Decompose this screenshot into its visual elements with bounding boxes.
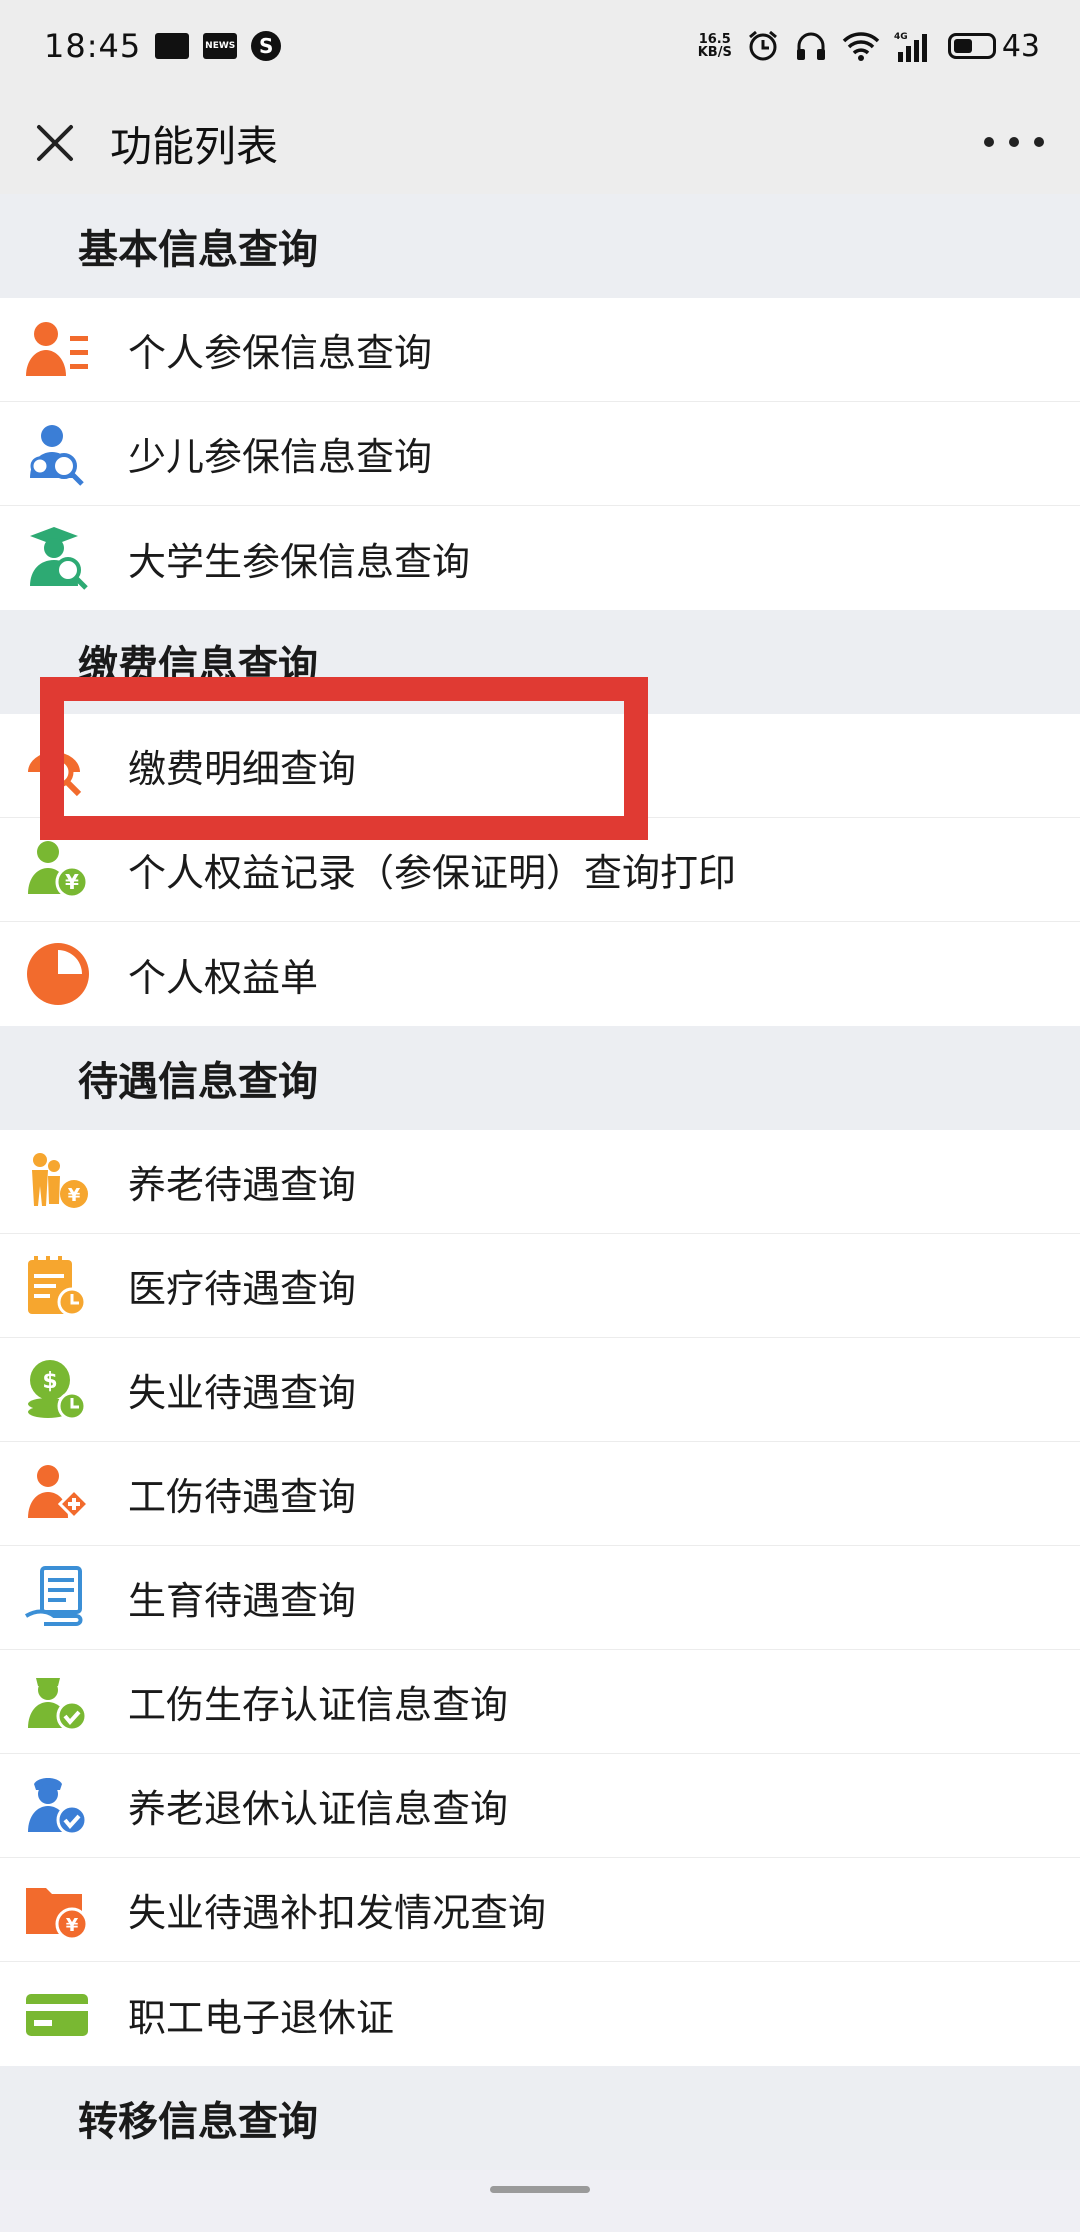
list-item-unemployment-deduction[interactable]: ¥ 失业待遇补扣发情况查询 [0,1858,1080,1962]
more-dot [1009,137,1019,147]
list-item-medical-benefit[interactable]: 医疗待遇查询 [0,1234,1080,1338]
svg-text:¥: ¥ [68,1185,81,1206]
battery-icon [947,33,996,59]
section-header-benefit-info: 待遇信息查询 [0,1026,1080,1130]
svg-text:$: $ [42,1369,57,1394]
list-item-label: 少儿参保信息查询 [128,435,433,479]
injury-person-icon [24,1460,92,1528]
list-item-child-insurance-info[interactable]: 少儿参保信息查询 [0,402,1080,506]
list-item-label: 养老待遇查询 [128,1163,357,1207]
calendar-clock-icon [24,1252,92,1320]
svg-text:¥: ¥ [65,870,79,894]
section-header-transfer-info: 转移信息查询 [0,2066,1080,2170]
person-check-blue-icon [24,1772,92,1840]
list-item-pension-retire-auth[interactable]: 养老退休认证信息查询 [0,1754,1080,1858]
person-yuan-icon: ¥ [24,836,92,904]
battery-level: 43 [1001,28,1040,64]
list-item-payment-details[interactable]: 缴费明细查询 [0,714,1080,818]
list-item-label: 工伤待遇查询 [128,1475,357,1519]
list-item-student-insurance-info[interactable]: 大学生参保信息查询 [0,506,1080,610]
list-item-injury-survival-auth[interactable]: 工伤生存认证信息查询 [0,1650,1080,1754]
payment-search-icon [24,732,92,800]
list-item-unemployment-benefit[interactable]: $ 失业待遇查询 [0,1338,1080,1442]
list-item-label: 个人权益记录（参保证明）查询打印 [128,851,737,895]
elderly-yuan-icon: ¥ [24,1148,92,1216]
folder-yuan-icon: ¥ [24,1876,92,1944]
list-item-label: 失业待遇查询 [128,1371,357,1415]
headphones-icon [794,29,828,63]
network-type: 4G [894,32,908,42]
battery-indicator: 43 [947,28,1040,64]
signal-icon: 4G [894,30,934,62]
list-item-label: 职工电子退休证 [128,1995,395,2040]
list-item-label: 个人权益单 [128,955,319,1000]
news-icon: NEWS [203,33,238,59]
list-item-label: 工伤生存认证信息查询 [128,1683,509,1727]
list-item-label: 养老退休认证信息查询 [128,1787,509,1831]
svg-text:¥: ¥ [66,1915,79,1936]
list-item-rights-statement[interactable]: 个人权益单 [0,922,1080,1026]
list-item-pension-benefit[interactable]: ¥ 养老待遇查询 [0,1130,1080,1234]
clock: 18:45 [44,27,142,65]
list-item-label: 大学生参保信息查询 [128,539,471,584]
pie-chart-icon [24,940,92,1008]
list-item-personal-insurance-info[interactable]: 个人参保信息查询 [0,298,1080,402]
person-check-green-icon [24,1668,92,1736]
list-item-label: 缴费明细查询 [128,747,357,791]
section-header-payment-info: 缴费信息查询 [0,610,1080,714]
more-dot [1034,137,1044,147]
home-indicator[interactable] [490,2186,590,2193]
coins-clock-icon: $ [24,1356,92,1424]
more-options-button[interactable] [984,122,1044,162]
close-button[interactable] [0,92,110,194]
close-icon [37,125,73,161]
status-bar: 18:45 NEWS S 16.5 KB/S 4G 43 [0,0,1080,92]
graduate-search-icon [24,524,92,592]
person-list-icon [24,316,92,384]
list-item-label: 生育待遇查询 [128,1579,357,1623]
page-title: 功能列表 [110,121,279,171]
network-speed: 16.5 KB/S [697,32,732,60]
card-icon [24,1980,92,2048]
app-notification-icon: S [251,31,282,61]
notification-icon [155,33,190,59]
document-hand-icon [24,1564,92,1632]
function-list: 基本信息查询 个人参保信息查询 少儿参保信息查询 大学生参保信息查询 缴费信息查… [0,194,1080,2170]
list-item-electronic-retirement-cert[interactable]: 职工电子退休证 [0,1962,1080,2066]
wifi-icon [842,31,880,61]
child-search-icon [24,420,92,488]
list-item-rights-record-print[interactable]: ¥ 个人权益记录（参保证明）查询打印 [0,818,1080,922]
section-header-basic-info: 基本信息查询 [0,194,1080,298]
list-item-label: 医疗待遇查询 [128,1267,357,1311]
more-dot [984,137,994,147]
list-item-label: 个人参保信息查询 [128,331,433,375]
list-item-injury-benefit[interactable]: 工伤待遇查询 [0,1442,1080,1546]
list-item-label: 失业待遇补扣发情况查询 [128,1891,547,1935]
alarm-icon [746,29,780,63]
title-bar: 功能列表 [0,92,1080,194]
list-item-maternity-benefit[interactable]: 生育待遇查询 [0,1546,1080,1650]
